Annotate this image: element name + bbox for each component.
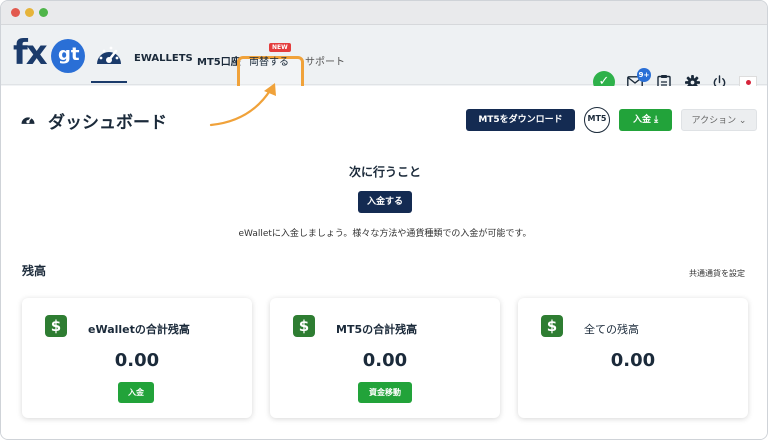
mt5-account-badge[interactable]: MT5: [584, 107, 610, 133]
total-balance-card: $ 全ての残高 0.00: [518, 298, 748, 418]
deposit-now-button[interactable]: 入金する: [358, 191, 412, 213]
fund-transfer-button[interactable]: 資金移動: [358, 382, 412, 403]
nav-support[interactable]: サポート: [305, 53, 345, 68]
dollar-icon: $: [293, 315, 315, 337]
active-tab-underline: [91, 81, 127, 83]
new-badge: NEW: [269, 43, 291, 52]
page-title: ダッシュボード: [48, 113, 167, 133]
browser-window: fx gt EWALLETS MT5口座 サポート 両替する NEW ✓ 9+: [0, 0, 768, 440]
fxgt-logo[interactable]: fx gt: [13, 33, 85, 75]
mail-count-badge: 9+: [637, 68, 651, 82]
card-value: 0.00: [610, 350, 656, 371]
maximize-window-icon[interactable]: [39, 8, 48, 17]
dashboard-content: ダッシュボード MT5をダウンロード MT5 入金 ⤓ アクション ⌄ 次に行う…: [1, 86, 767, 439]
ewallet-deposit-button[interactable]: 入金: [118, 382, 154, 403]
dollar-icon: $: [541, 315, 563, 337]
action-dropdown[interactable]: アクション ⌄: [681, 109, 757, 131]
dollar-icon: $: [45, 315, 67, 337]
nav-mt5-account[interactable]: MT5口座: [197, 53, 241, 68]
dashboard-icon[interactable]: [94, 42, 124, 68]
nav-ewallets[interactable]: EWALLETS: [134, 53, 193, 64]
close-window-icon[interactable]: [11, 8, 20, 17]
next-steps-title: 次に行うこと: [348, 165, 421, 179]
next-steps-description: eWalletに入金しましょう。様々な方法や通貨種類での入金が可能です。: [238, 229, 532, 239]
minimize-window-icon[interactable]: [25, 8, 34, 17]
set-common-currency-link[interactable]: 共通通貨を設定: [689, 268, 745, 279]
dashboard-title-icon: [21, 116, 35, 124]
balance-section-title: 残高: [22, 264, 47, 278]
deposit-button[interactable]: 入金 ⤓: [619, 109, 672, 131]
ewallet-balance-card: $ eWalletの合計残高 0.00 入金: [22, 298, 252, 418]
logo-fx-text: fx: [13, 33, 48, 73]
card-label: eWalletの合計残高: [88, 323, 190, 336]
top-navigation: fx gt EWALLETS MT5口座 サポート 両替する NEW ✓ 9+: [1, 25, 767, 104]
title-bar: [1, 1, 767, 25]
nav-exchange[interactable]: 両替する: [249, 53, 289, 68]
logo-gt-text: gt: [58, 44, 80, 65]
pointer-arrow-icon: [209, 83, 276, 127]
card-value: 0.00: [114, 350, 160, 371]
card-label: 全ての残高: [584, 323, 639, 336]
card-value: 0.00: [362, 350, 408, 371]
card-label: MT5の合計残高: [336, 323, 418, 336]
mt5-balance-card: $ MT5の合計残高 0.00 資金移動: [270, 298, 500, 418]
logo-circle: gt: [51, 39, 85, 73]
download-mt5-button[interactable]: MT5をダウンロード: [466, 109, 575, 131]
